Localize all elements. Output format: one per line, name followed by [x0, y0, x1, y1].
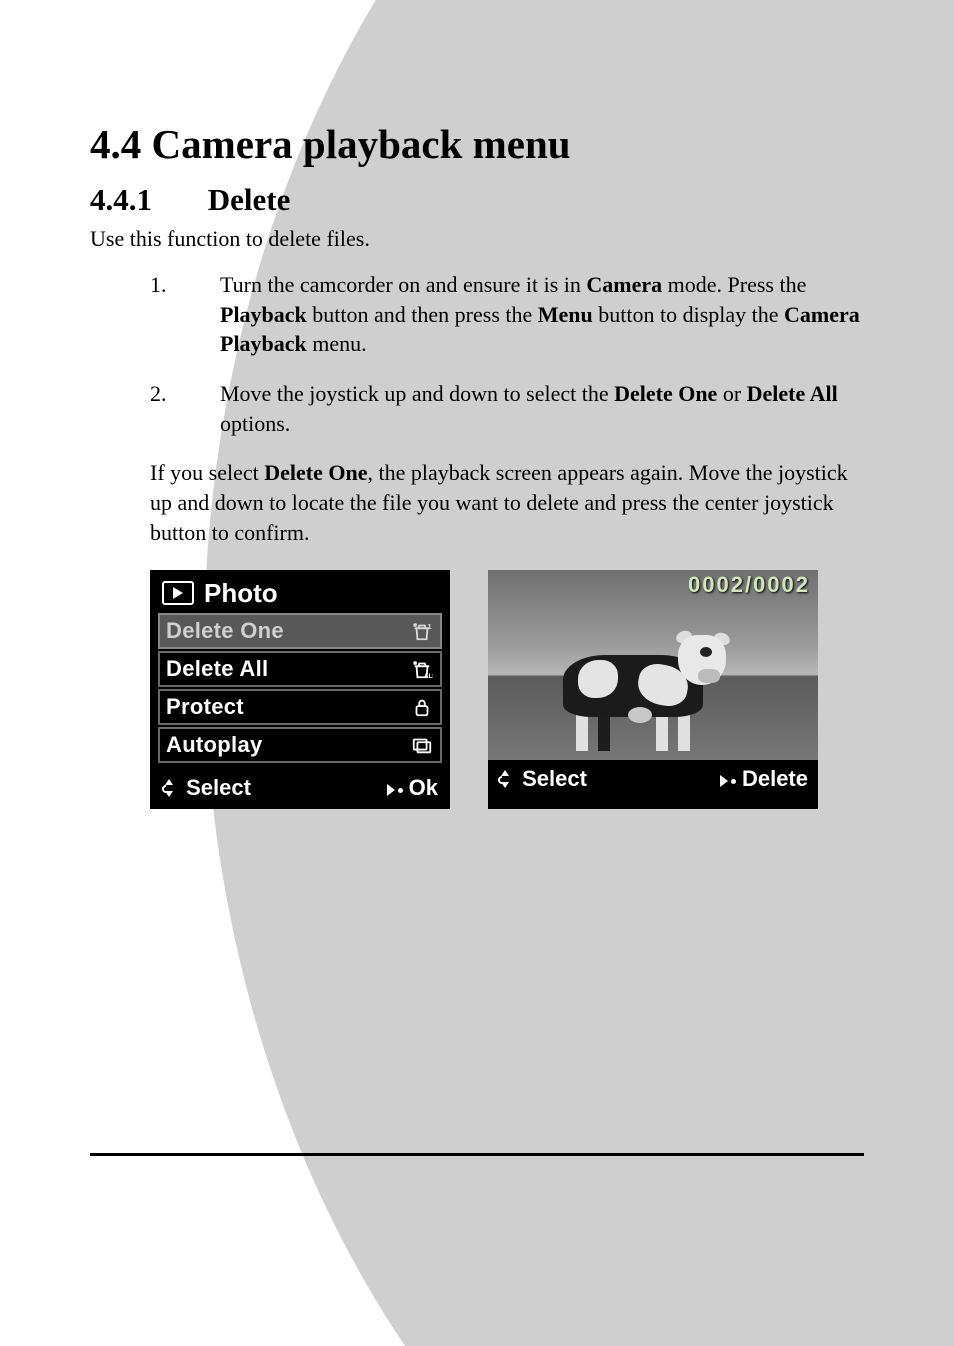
footer-delete: Delete: [720, 766, 808, 792]
subsection-title: Delete: [208, 182, 291, 217]
menu-item-protect[interactable]: Protect: [158, 689, 442, 725]
subsection-number: 4.4.1: [90, 182, 200, 218]
section-heading: 4.4 Camera playback menu: [90, 120, 864, 168]
menu-item-autoplay[interactable]: Autoplay: [158, 727, 442, 763]
arrow-right-icon: [387, 784, 395, 796]
menu-item-label: Delete One: [166, 618, 284, 644]
step-number: 1.: [150, 270, 220, 359]
slideshow-icon: [410, 734, 434, 756]
preview-screenshot: 0002/0002 Select: [488, 570, 818, 809]
footer-select: Select: [162, 775, 251, 801]
menu-item-label: Delete All: [166, 656, 268, 682]
subsection-heading: 4.4.1 Delete: [90, 182, 864, 218]
photo-counter: 0002/0002: [688, 572, 810, 598]
preview-photo: 0002/0002: [488, 570, 818, 760]
menu-item-delete-one[interactable]: Delete One 1: [158, 613, 442, 649]
steps-list: 1. Turn the camcorder on and ensure it i…: [90, 270, 864, 438]
menu-item-label: Protect: [166, 694, 244, 720]
joystick-updown-icon: [498, 770, 512, 788]
trash-one-icon: 1: [410, 620, 434, 642]
page-divider: [90, 1153, 864, 1156]
step-number: 2.: [150, 379, 220, 438]
step-item: 2. Move the joystick up and down to sele…: [150, 379, 864, 438]
svg-text:1: 1: [428, 622, 432, 631]
playback-icon: [162, 581, 194, 605]
lock-icon: [410, 696, 434, 718]
intro-text: Use this function to delete files.: [90, 226, 864, 252]
arrow-right-icon: [720, 775, 728, 787]
footer-select: Select: [498, 766, 587, 792]
joystick-updown-icon: [162, 779, 176, 797]
note-text: If you select Delete One, the playback s…: [90, 458, 864, 547]
menu-screenshot: Photo Delete One 1 Delete All ALL: [150, 570, 450, 809]
menu-screenshot-title: Photo: [204, 578, 278, 609]
menu-item-label: Autoplay: [166, 732, 263, 758]
step-text: Move the joystick up and down to select …: [220, 379, 864, 438]
footer-ok: Ok: [387, 775, 438, 801]
step-text: Turn the camcorder on and ensure it is i…: [220, 270, 864, 359]
cow-image: [528, 625, 738, 745]
menu-item-delete-all[interactable]: Delete All ALL: [158, 651, 442, 687]
trash-all-icon: ALL: [410, 658, 434, 680]
step-item: 1. Turn the camcorder on and ensure it i…: [150, 270, 864, 359]
svg-text:ALL: ALL: [424, 673, 433, 680]
